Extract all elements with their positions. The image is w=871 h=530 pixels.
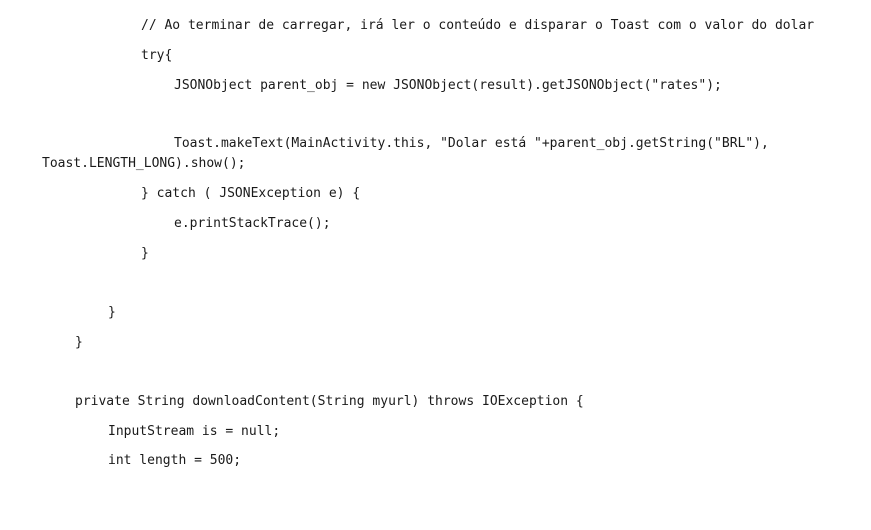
code-json-object-line: JSONObject parent_obj = new JSONObject(r… (174, 78, 722, 93)
code-comment-line: // Ao terminar de carregar, irá ler o co… (141, 18, 815, 33)
code-int-length-line: int length = 500; (108, 453, 242, 468)
code-print-stack-trace-line: e.printStackTrace(); (174, 216, 331, 231)
document-page: // Ao terminar de carregar, irá ler o co… (0, 0, 871, 530)
code-close-brace-catch: } (141, 246, 149, 261)
code-method-signature-line: private String downloadContent(String my… (75, 394, 584, 409)
code-close-brace-class: } (75, 335, 83, 350)
code-close-brace-method: } (108, 305, 116, 320)
code-toast-line: Toast.makeText(MainActivity.this, "Dolar… (174, 136, 769, 151)
code-input-stream-line: InputStream is = null; (108, 424, 281, 439)
code-catch-line: } catch ( JSONException e) { (141, 186, 361, 201)
code-try-line: try{ (141, 48, 173, 63)
code-toast-continuation-line: Toast.LENGTH_LONG).show(); (42, 156, 246, 171)
